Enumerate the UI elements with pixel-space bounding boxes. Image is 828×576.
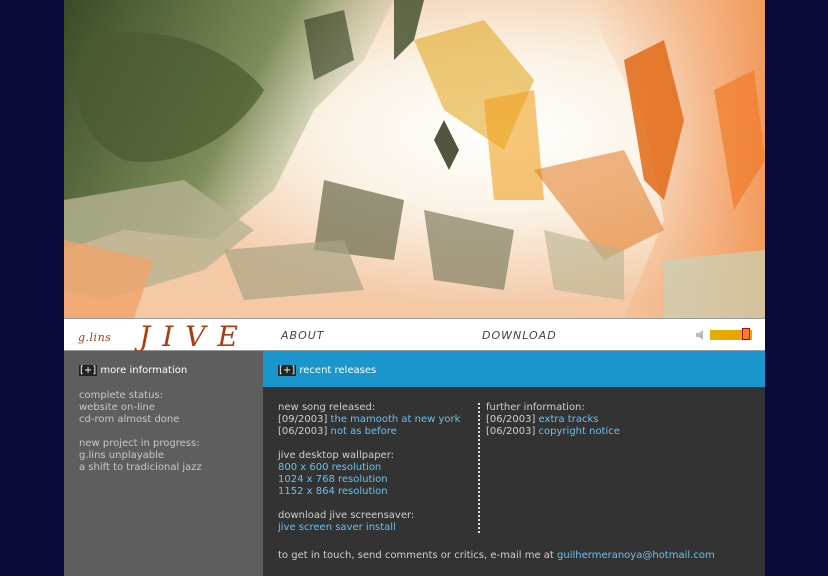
wallpaper-link[interactable]: 1152 x 864 resolution xyxy=(278,486,388,497)
contact-line: to get in touch, send comments or critic… xyxy=(278,550,715,561)
further-date: [06/2003] xyxy=(486,414,536,425)
further-item: [06/2003] copyright notice xyxy=(486,426,620,437)
logo-artist: g.lins xyxy=(78,331,112,344)
further-info-heading: further information: xyxy=(486,402,585,413)
nav-about-link[interactable]: ABOUT xyxy=(281,329,325,342)
screensaver-heading: download jive screensaver: xyxy=(278,510,415,521)
release-link[interactable]: not as before xyxy=(331,426,397,437)
nav-download-link[interactable]: DOWNLOAD xyxy=(482,329,557,342)
main-title-label: recent releases xyxy=(299,365,377,376)
new-song-heading: new song released: xyxy=(278,402,376,413)
release-link[interactable]: the mamooth at new york xyxy=(331,414,461,425)
hero-artwork xyxy=(64,0,765,318)
expand-toggle[interactable]: [+] xyxy=(278,365,297,376)
release-date: [06/2003] xyxy=(278,426,328,437)
wallpaper-link[interactable]: 1024 x 768 resolution xyxy=(278,474,388,485)
further-date: [06/2003] xyxy=(486,426,536,437)
project-item: a shift to tradicional jazz xyxy=(79,462,202,473)
further-link[interactable]: extra tracks xyxy=(539,414,599,425)
main-content: [+] recent releases new song released: [… xyxy=(263,351,765,576)
email-link[interactable]: guilhermeranoya@hotmail.com xyxy=(557,550,715,561)
contact-text: to get in touch, send comments or critic… xyxy=(278,550,554,561)
release-date: [09/2003] xyxy=(278,414,328,425)
sidebar: [+] more information complete status: we… xyxy=(64,351,263,576)
release-item: [09/2003] the mamooth at new york xyxy=(278,414,460,425)
status-heading: complete status: xyxy=(79,390,163,401)
sidebar-title-label: more information xyxy=(100,365,188,376)
status-item: website on-line xyxy=(79,402,156,413)
speaker-icon[interactable] xyxy=(696,330,706,340)
release-item: [06/2003] not as before xyxy=(278,426,397,437)
main-title: [+] recent releases xyxy=(278,365,376,376)
project-heading: new project in progress: xyxy=(79,438,200,449)
project-item: g.lins unplayable xyxy=(79,450,165,461)
sidebar-title: [+] more information xyxy=(79,365,187,376)
status-item: cd-rom almost done xyxy=(79,414,180,425)
further-link[interactable]: copyright notice xyxy=(539,426,620,437)
page: g.lins JIVE ABOUT DOWNLOAD [+] more info… xyxy=(64,0,765,576)
expand-toggle[interactable]: [+] xyxy=(79,365,98,376)
further-item: [06/2003] extra tracks xyxy=(486,414,598,425)
logo-title: JIVE xyxy=(139,320,250,353)
wallpaper-link[interactable]: 800 x 600 resolution xyxy=(278,462,381,473)
screensaver-link[interactable]: jive screen saver install xyxy=(278,522,396,533)
wallpaper-heading: jive desktop wallpaper: xyxy=(278,450,395,461)
top-navigation-bar: g.lins JIVE ABOUT DOWNLOAD xyxy=(64,318,765,353)
volume-slider-handle[interactable] xyxy=(742,328,750,340)
recent-releases-header: [+] recent releases xyxy=(263,351,765,387)
column-divider xyxy=(478,403,480,533)
